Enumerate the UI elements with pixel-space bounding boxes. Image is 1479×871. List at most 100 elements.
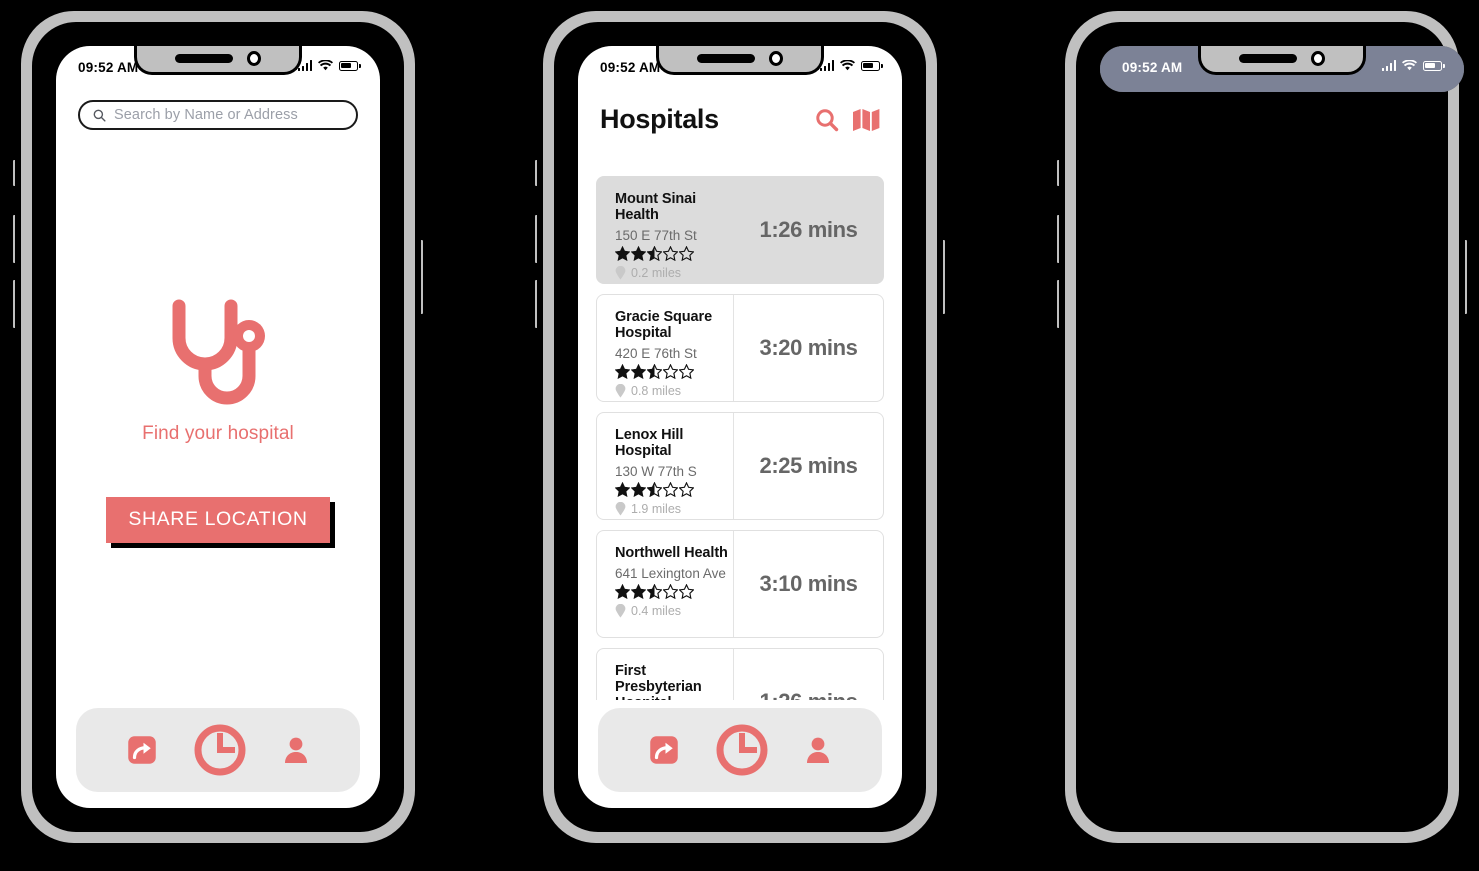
hospital-distance: 0.8 miles — [631, 384, 682, 398]
status-time: 09:52 AM — [78, 60, 139, 75]
screenshot-stage: 09:52 AM Search by Name or Address Find … — [0, 0, 1479, 871]
star-empty-icon — [679, 364, 694, 379]
mute-switch[interactable] — [1055, 158, 1061, 188]
hospital-name: Northwell Health — [615, 545, 728, 561]
hospital-distance: 0.4 miles — [631, 604, 682, 618]
star-empty-icon — [679, 246, 694, 261]
hospital-distance: 0.2 miles — [631, 266, 682, 280]
phone-1-find-hospital: 09:52 AM Search by Name or Address Find … — [11, 8, 425, 846]
star-half-icon — [647, 584, 662, 599]
nav-profile-button[interactable] — [805, 736, 831, 764]
search-area: Search by Name or Address — [56, 92, 380, 130]
notch — [1198, 46, 1366, 75]
hospital-info: First Presbyterian Hospital150 E 77th St… — [597, 649, 733, 700]
hospital-time-wrap: 1:26 mins — [733, 177, 883, 283]
phone-3-screen: 09:52 AM — [1100, 46, 1464, 92]
mute-switch[interactable] — [11, 158, 17, 188]
front-camera — [769, 51, 783, 66]
share-arrow-icon — [128, 736, 157, 764]
hospital-name: Gracie Square Hospital — [615, 309, 713, 341]
share-location-button[interactable]: SHARE LOCATION — [106, 496, 330, 543]
nav-share-button[interactable] — [127, 735, 157, 765]
volume-down-button[interactable] — [1055, 278, 1061, 330]
battery-icon — [339, 60, 361, 71]
hospital-address: 150 E 77th St — [615, 228, 697, 243]
wifi-icon — [1402, 60, 1417, 71]
clock-icon — [194, 724, 246, 776]
hospital-list-item[interactable]: Lenox Hill Hospital 130 W 77th S 1.9 miles… — [596, 412, 884, 520]
hospital-list-item[interactable]: Mount Sinai Health 150 E 77th St 0.2 miles… — [596, 176, 884, 284]
bottom-nav-bar — [76, 708, 360, 792]
nav-recent-button[interactable] — [192, 722, 248, 778]
map-icon[interactable] — [852, 108, 880, 132]
earpiece-speaker — [1239, 54, 1297, 63]
volume-up-button[interactable] — [11, 213, 17, 265]
volume-down-button[interactable] — [11, 278, 17, 330]
hospital-time: 3:20 mins — [759, 335, 858, 360]
search-icon[interactable] — [815, 108, 839, 132]
star-empty-icon — [663, 246, 678, 261]
notch — [656, 46, 824, 75]
notch — [134, 46, 302, 75]
hospital-info: Mount Sinai Health 150 E 77th St 0.2 miles — [597, 177, 733, 283]
search-icon — [93, 109, 106, 122]
hospital-address: 420 E 76th St — [615, 346, 697, 361]
earpiece-speaker — [175, 54, 233, 63]
status-icons — [297, 60, 361, 71]
power-button[interactable] — [941, 238, 947, 316]
volume-up-button[interactable] — [533, 213, 539, 265]
star-empty-icon — [663, 584, 678, 599]
star-full-icon — [631, 364, 646, 379]
hospital-list-item[interactable]: Gracie Square Hospital 420 E 76th St 0.8 m… — [596, 294, 884, 402]
star-empty-icon — [663, 482, 678, 497]
star-empty-icon — [679, 584, 694, 599]
bottom-nav-bar — [598, 708, 882, 792]
battery-icon — [1423, 60, 1445, 71]
hospital-name: First Presbyterian Hospital — [615, 663, 702, 700]
hospital-time: 1:26 mins — [759, 217, 858, 242]
stethoscope-icon — [162, 292, 274, 415]
status-icons — [819, 60, 883, 71]
hospital-time-wrap: 3:10 mins — [733, 531, 883, 637]
nav-recent-button[interactable] — [714, 722, 770, 778]
cellular-bars-icon — [1381, 60, 1396, 71]
star-full-icon — [615, 364, 630, 379]
hospital-address: 130 W 77th S — [615, 464, 697, 479]
nav-profile-button[interactable] — [283, 736, 309, 764]
phone-2-hospital-list: 09:52 AM Hospitals Mount Sinai Health 15… — [533, 8, 947, 846]
hospital-rating — [615, 584, 733, 599]
power-button[interactable] — [419, 238, 425, 316]
clock-icon — [716, 724, 768, 776]
volume-down-button[interactable] — [533, 278, 539, 330]
hospital-info: Gracie Square Hospital 420 E 76th St 0.8 m… — [597, 295, 733, 401]
person-icon — [284, 737, 307, 763]
power-button[interactable] — [1463, 238, 1469, 316]
location-pin-icon — [615, 266, 626, 280]
find-hospital-hero: Find your hospital SHARE LOCATION — [56, 130, 380, 704]
hospital-time-wrap: 3:20 mins — [733, 295, 883, 401]
hospital-list-item[interactable]: Northwell Health 641 Lexington Ave 0.4 mil… — [596, 530, 884, 638]
star-full-icon — [615, 246, 630, 261]
hospital-distance-row: 0.2 miles — [615, 266, 733, 280]
search-input[interactable]: Search by Name or Address — [78, 100, 358, 130]
location-pin-icon — [615, 502, 626, 516]
phone-bezel: 09:52 AM — [1076, 22, 1464, 832]
battery-icon — [861, 60, 883, 71]
volume-up-button[interactable] — [1055, 213, 1061, 265]
hospital-list-item[interactable]: First Presbyterian Hospital150 E 77th St… — [596, 648, 884, 700]
mute-switch[interactable] — [533, 158, 539, 188]
header-actions — [815, 108, 880, 132]
earpiece-speaker — [697, 54, 755, 63]
list-header: Hospitals — [578, 92, 902, 151]
nav-share-button[interactable] — [649, 735, 679, 765]
phone-1-screen: 09:52 AM Search by Name or Address Find … — [56, 46, 380, 808]
star-full-icon — [615, 482, 630, 497]
hospital-distance-row: 0.4 miles — [615, 604, 733, 618]
star-empty-icon — [679, 482, 694, 497]
phone-bezel: 09:52 AM Search by Name or Address Find … — [32, 22, 404, 832]
star-empty-icon — [663, 364, 678, 379]
location-pin-icon — [615, 384, 626, 398]
hospital-list[interactable]: Mount Sinai Health 150 E 77th St 0.2 miles… — [578, 176, 902, 700]
hospital-time: 2:25 mins — [759, 453, 858, 478]
page-title: Hospitals — [600, 104, 719, 134]
